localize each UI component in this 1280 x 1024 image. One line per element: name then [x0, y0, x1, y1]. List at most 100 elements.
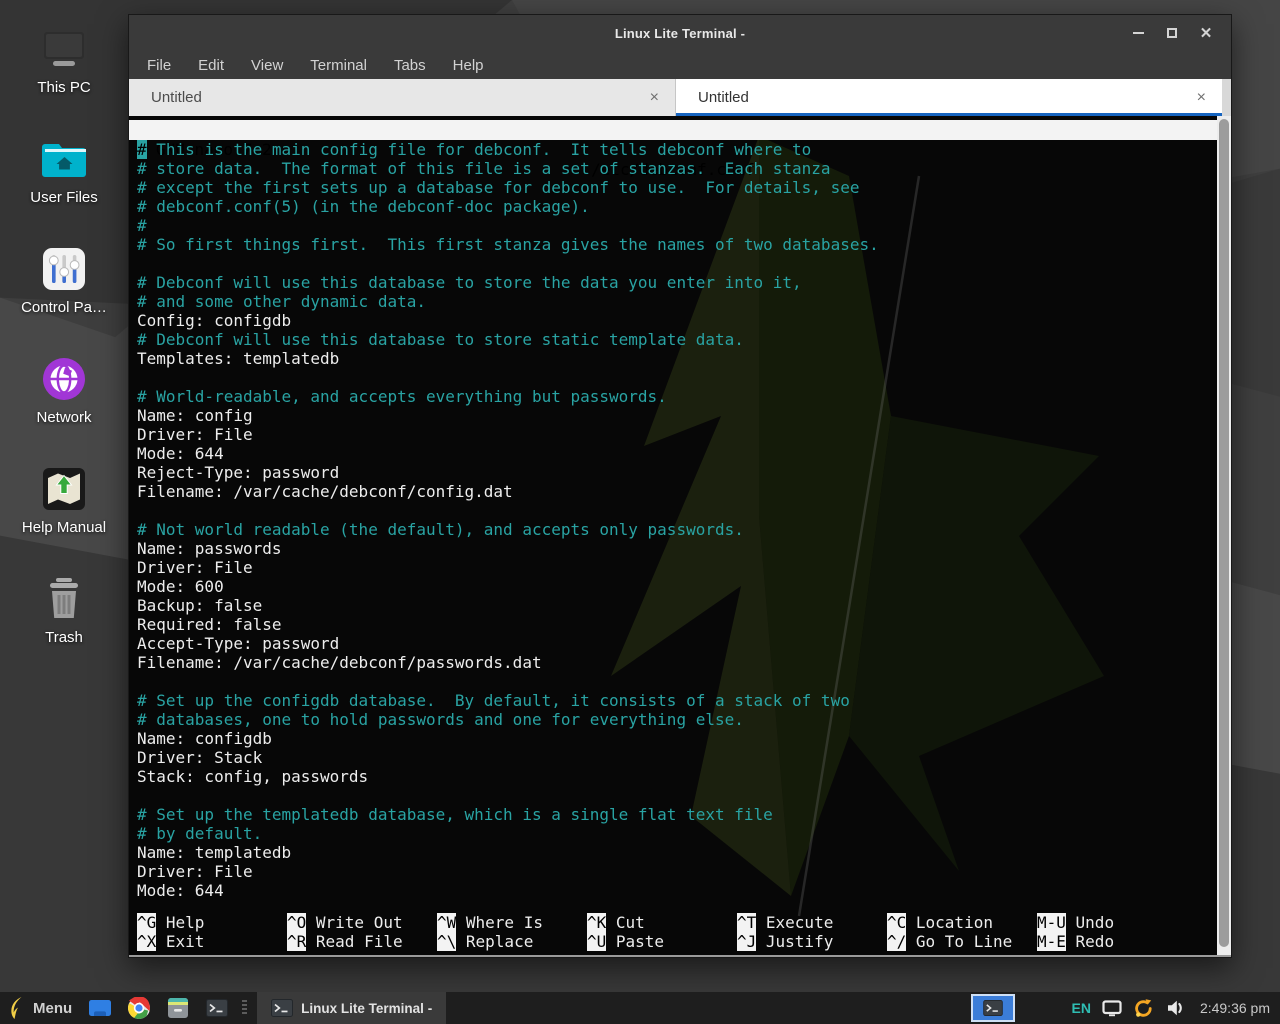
terminal-icon	[271, 999, 293, 1017]
desktop-icons: This PC User Files Control Pa… Network Help …	[0, 0, 128, 992]
shortcut-key: M-E	[1037, 932, 1066, 951]
maximize-icon	[1167, 28, 1177, 38]
terminal-line: # So first things first. This first stan…	[137, 235, 1209, 254]
shortcut[interactable]: ^\ Replace	[437, 932, 587, 951]
desktop-icon-label: User Files	[0, 189, 128, 206]
terminal-line: Name: templatedb	[137, 843, 1209, 862]
terminal-line: # Set up the templatedb database, which …	[137, 805, 1209, 824]
shortcut-key: ^U	[587, 932, 606, 951]
tab-label: Untitled	[698, 89, 1185, 106]
menu-item-tabs[interactable]: Tabs	[394, 57, 426, 74]
desktop-icon-trash[interactable]: Trash	[0, 576, 128, 646]
desktop-icon-user-files[interactable]: User Files	[0, 136, 128, 206]
menu-button-label[interactable]: Menu	[33, 1000, 72, 1017]
show-desktop-button[interactable]	[88, 998, 112, 1018]
shortcut-key: ^/	[887, 932, 906, 951]
shortcut-key: ^C	[887, 913, 906, 932]
this-pc-icon	[38, 26, 90, 72]
shortcut-column: ^O Write Out^R Read File	[287, 913, 437, 951]
shortcut[interactable]: ^G Help	[137, 913, 287, 932]
desktop-icon-control-panel[interactable]: Control Pa…	[0, 246, 128, 316]
shortcut-column: ^C Location^/ Go To Line	[887, 913, 1037, 951]
shortcut[interactable]: ^/ Go To Line	[887, 932, 1037, 951]
menu-bar: File Edit View Terminal Tabs Help	[129, 51, 1231, 79]
shortcut-key: ^W	[437, 913, 456, 932]
title-bar[interactable]: Linux Lite Terminal - ✕	[129, 15, 1231, 51]
desktop-icon-label: This PC	[0, 79, 128, 96]
desktop-icon-network[interactable]: Network	[0, 356, 128, 426]
desktop-icon-this-pc[interactable]: This PC	[0, 26, 128, 96]
terminal-content[interactable]: GNU nano 7.2 /etc/debconf.conf # This is…	[129, 116, 1231, 957]
shortcut-key: ^G	[137, 913, 156, 932]
shortcut[interactable]: M-U Undo	[1037, 913, 1187, 932]
desktop-icon-help-manual[interactable]: Help Manual	[0, 466, 128, 536]
terminal-line: # except the first sets up a database fo…	[137, 178, 1209, 197]
menu-item-edit[interactable]: Edit	[198, 57, 224, 74]
file-manager-launcher[interactable]	[166, 997, 190, 1019]
terminal-line	[137, 501, 1209, 520]
terminal-line: # World-readable, and accepts everything…	[137, 387, 1209, 406]
terminal-line: Accept-Type: password	[137, 634, 1209, 653]
menu-item-view[interactable]: View	[251, 57, 283, 74]
terminal-line: Config: configdb	[137, 311, 1209, 330]
shortcut-key: ^K	[587, 913, 606, 932]
tray-display-button[interactable]	[1102, 1000, 1122, 1017]
terminal-line: # and some other dynamic data.	[137, 292, 1209, 311]
scrollbar[interactable]	[1217, 116, 1231, 955]
display-icon	[1102, 1000, 1122, 1017]
menu-button[interactable]	[8, 996, 25, 1020]
tab-close-icon[interactable]: ×	[638, 89, 659, 107]
terminal-launcher[interactable]	[206, 999, 228, 1017]
task-button-terminal[interactable]: Linux Lite Terminal -	[257, 992, 446, 1024]
maximize-button[interactable]	[1155, 15, 1189, 51]
shortcut[interactable]: ^X Exit	[137, 932, 287, 951]
shortcut[interactable]: ^O Write Out	[287, 913, 437, 932]
shortcut[interactable]: ^K Cut	[587, 913, 737, 932]
shortcut[interactable]: ^J Justify	[737, 932, 887, 951]
tray-clock[interactable]: 2:49:36 pm	[1200, 1000, 1270, 1016]
update-refresh-icon	[1133, 998, 1154, 1019]
shortcut-key: ^T	[737, 913, 756, 932]
terminal-icon	[206, 999, 228, 1017]
menu-item-help[interactable]: Help	[453, 57, 484, 74]
minimize-button[interactable]	[1121, 15, 1155, 51]
menu-item-terminal[interactable]: Terminal	[310, 57, 367, 74]
desktop-window-icon	[88, 998, 112, 1018]
terminal-lines[interactable]: # This is the main config file for debco…	[137, 140, 1209, 900]
tab-1[interactable]: Untitled×	[129, 79, 676, 116]
tray-language-indicator[interactable]: EN	[1071, 1000, 1090, 1016]
terminal-line: Filename: /var/cache/debconf/passwords.d…	[137, 653, 1209, 672]
scrollbar-thumb[interactable]	[1219, 119, 1229, 947]
close-button[interactable]: ✕	[1189, 15, 1223, 51]
terminal-line: # Set up the configdb database. By defau…	[137, 691, 1209, 710]
shortcut-key: ^\	[437, 932, 456, 951]
shortcut[interactable]: M-E Redo	[1037, 932, 1187, 951]
shortcut[interactable]: ^T Execute	[737, 913, 887, 932]
tab-2[interactable]: Untitled×	[676, 79, 1222, 116]
tray-terminal-indicator[interactable]	[971, 994, 1015, 1022]
shortcut[interactable]: ^R Read File	[287, 932, 437, 951]
shortcut[interactable]: ^W Where Is	[437, 913, 587, 932]
file-manager-icon	[166, 997, 190, 1019]
shortcut[interactable]: ^C Location	[887, 913, 1037, 932]
terminal-line: Driver: Stack	[137, 748, 1209, 767]
chrome-launcher[interactable]	[128, 997, 150, 1019]
terminal-line: # debconf.conf(5) (in the debconf-doc pa…	[137, 197, 1209, 216]
desktop-icon-label: Help Manual	[0, 519, 128, 536]
window-controls: ✕	[1121, 15, 1223, 51]
shortcut-key: M-U	[1037, 913, 1066, 932]
tab-close-icon[interactable]: ×	[1185, 89, 1206, 107]
window-title: Linux Lite Terminal -	[615, 26, 745, 41]
terminal-line: Mode: 644	[137, 444, 1209, 463]
menu-item-file[interactable]: File	[147, 57, 171, 74]
shortcut-key: ^O	[287, 913, 306, 932]
taskbar-separator-handle[interactable]	[242, 1000, 247, 1016]
tray-volume-button[interactable]	[1165, 999, 1185, 1017]
terminal-line: Filename: /var/cache/debconf/config.dat	[137, 482, 1209, 501]
shortcut[interactable]: ^U Paste	[587, 932, 737, 951]
tab-bar-filler	[1222, 79, 1231, 116]
nano-title-bar: GNU nano 7.2 /etc/debconf.conf	[129, 120, 1217, 140]
chrome-icon	[128, 997, 150, 1019]
terminal-icon	[983, 1000, 1003, 1016]
tray-updates-button[interactable]	[1133, 998, 1154, 1019]
